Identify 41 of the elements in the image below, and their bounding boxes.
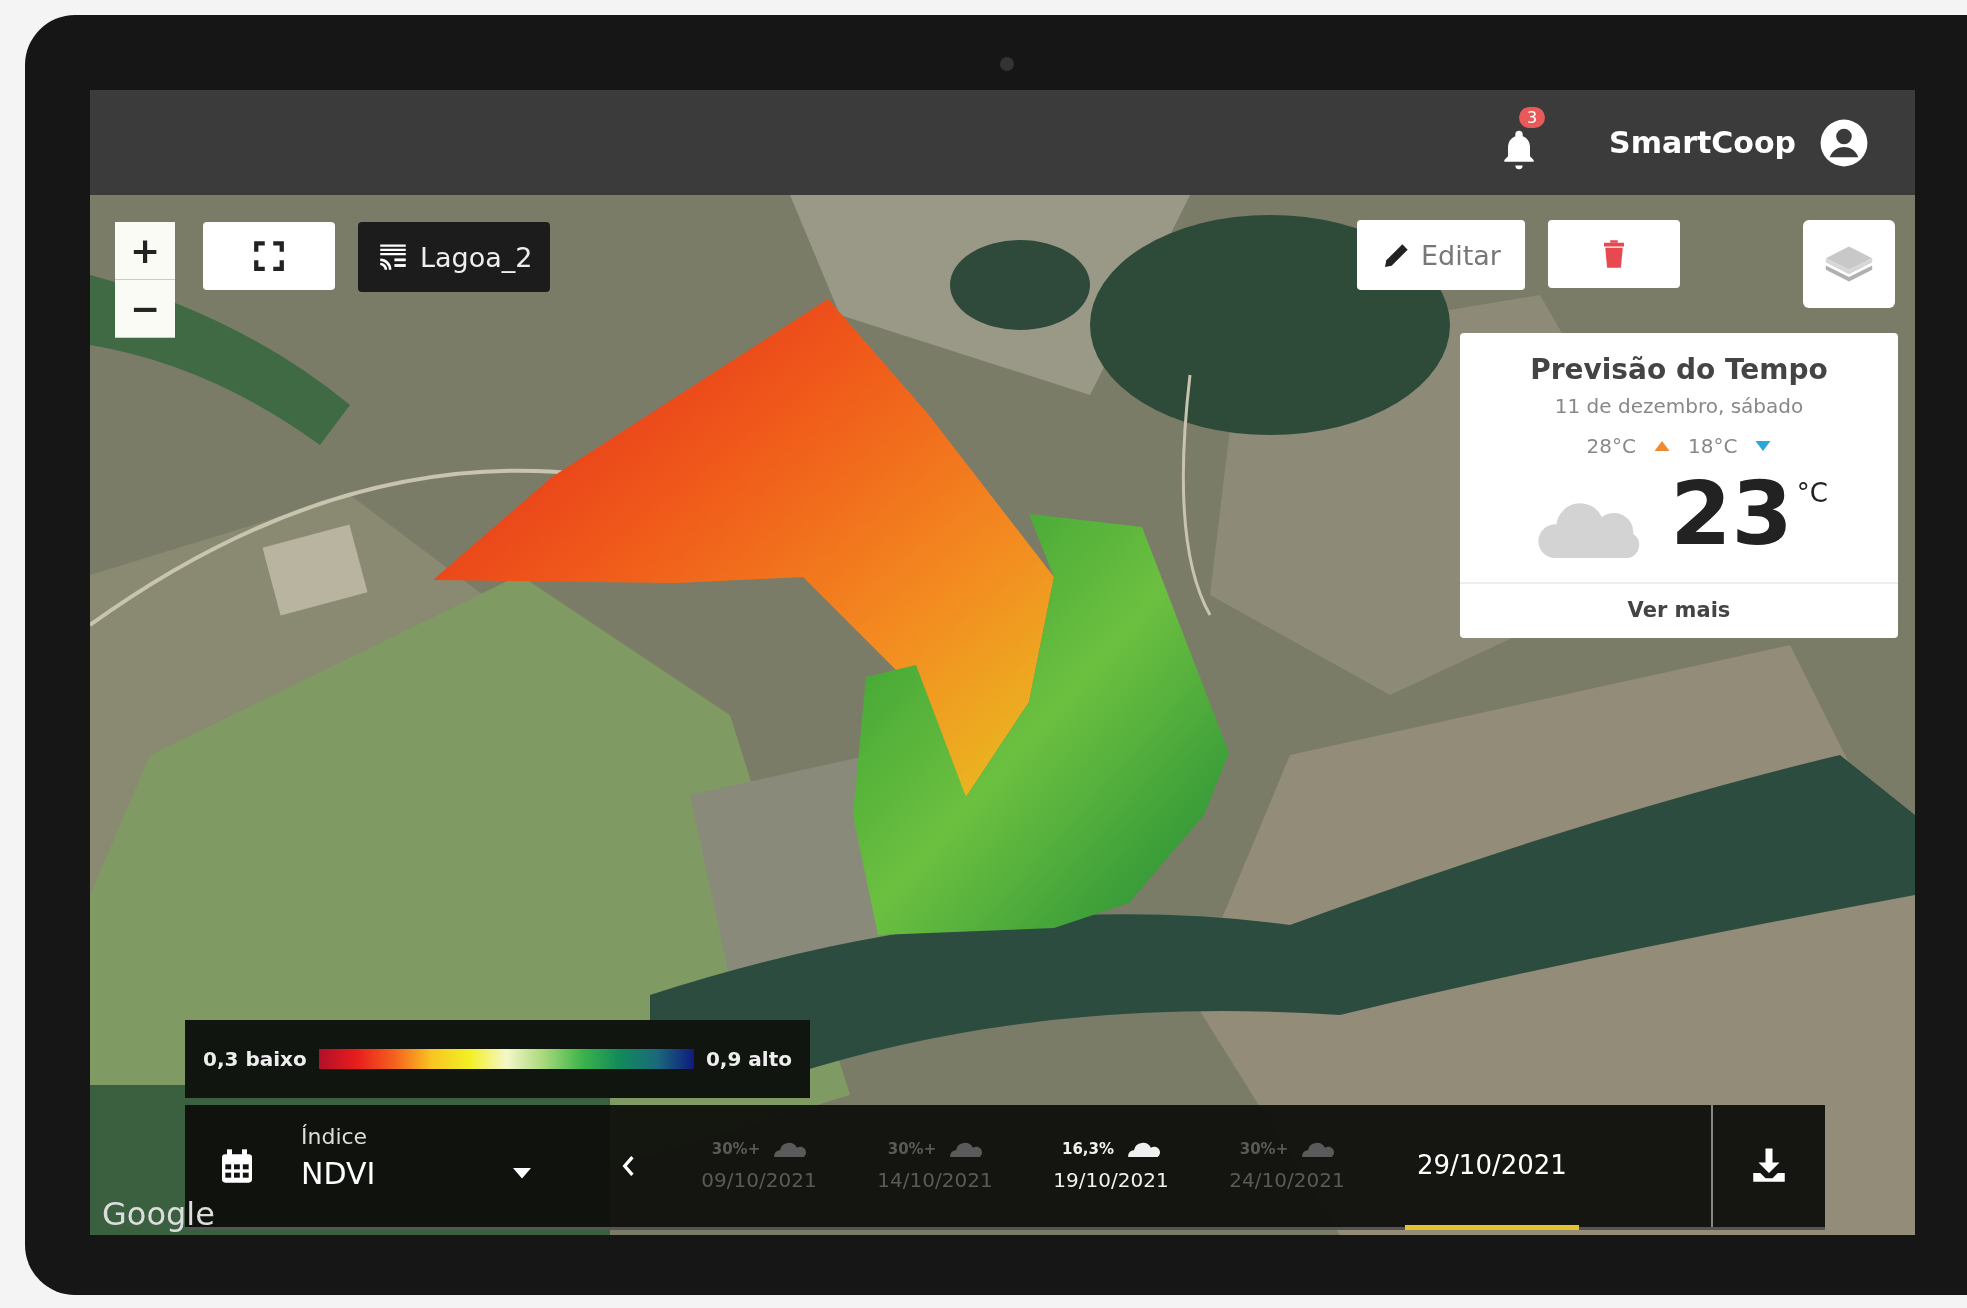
date-label: 19/10/2021 xyxy=(1053,1168,1169,1192)
cloud-cover: 30%+ xyxy=(1239,1140,1289,1158)
caret-icon xyxy=(513,1168,531,1180)
legend-high-label: 0,9 alto xyxy=(705,1047,792,1071)
max-temperature: 28°C xyxy=(1586,434,1636,458)
field-name-button[interactable]: Lagoa_2 xyxy=(358,222,551,292)
down-triangle-icon xyxy=(1755,441,1772,451)
up-triangle-icon xyxy=(1654,441,1670,451)
see-more-link[interactable]: Ver mais xyxy=(1460,582,1898,638)
temperature-unit: °C xyxy=(1796,478,1828,508)
index-value: NDVI xyxy=(301,1156,376,1191)
user-name: SmartCoop xyxy=(1609,125,1796,160)
cloud-icon xyxy=(1300,1141,1335,1157)
delete-button[interactable] xyxy=(1548,220,1680,288)
cloud-cover: 16,3% xyxy=(1061,1140,1114,1158)
cloud-cover: 30%+ xyxy=(887,1140,937,1158)
current-temperature: 23 xyxy=(1670,466,1793,563)
legend-low-label: 0,3 baixo xyxy=(203,1047,307,1071)
index-label: Índice xyxy=(301,1124,368,1149)
cloud-icon xyxy=(948,1141,983,1157)
previous-icon[interactable] xyxy=(621,1155,635,1177)
min-temperature: 18°C xyxy=(1688,434,1738,458)
cloud-cover: 30%+ xyxy=(711,1140,761,1158)
fullscreen-icon xyxy=(252,239,286,273)
zoom-in-button[interactable]: + xyxy=(115,222,175,280)
camera-dot xyxy=(1000,57,1014,71)
date-label: 14/10/2021 xyxy=(877,1168,993,1192)
weather-date: 11 de dezembro, sábado xyxy=(1554,394,1804,418)
map-credit: Google xyxy=(102,1195,215,1233)
zoom-out-button[interactable]: − xyxy=(115,280,175,338)
index-dropdown[interactable]: Índice NDVI xyxy=(301,1116,531,1216)
edit-button[interactable]: Editar xyxy=(1357,220,1525,290)
date-item[interactable]: 16,3% 19/10/2021 xyxy=(1023,1140,1199,1192)
cloud-icon xyxy=(772,1141,807,1157)
date-label: 24/10/2021 xyxy=(1229,1168,1345,1192)
notification-badge: 3 xyxy=(1519,106,1546,128)
current-date[interactable]: 29/10/2021 xyxy=(1405,1105,1579,1230)
fullscreen-button[interactable] xyxy=(203,222,335,290)
weather-title: Previsão do Tempo xyxy=(1530,353,1828,386)
date-label: 09/10/2021 xyxy=(701,1168,817,1192)
cloud-icon xyxy=(1126,1141,1160,1157)
